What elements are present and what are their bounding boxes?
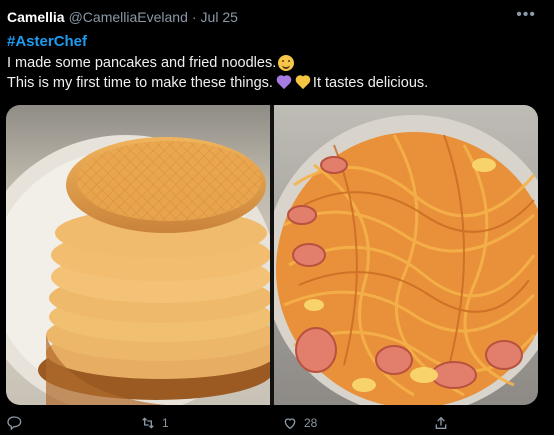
hashtag-link[interactable]: #AsterChef (7, 33, 87, 50)
purple-heart-icon (276, 76, 292, 90)
tweet-text: This is my first time to make these thin… (7, 75, 273, 91)
share-button[interactable] (433, 415, 455, 431)
noodles-image[interactable] (264, 105, 538, 405)
share-icon (435, 416, 447, 429)
display-name[interactable]: Camellia (7, 9, 65, 25)
user-handle[interactable]: @CamelliaEveland (69, 9, 188, 25)
separator: · (191, 9, 197, 25)
media-grid (6, 105, 538, 405)
tweet-text: It tastes delicious. (312, 75, 429, 91)
timestamp[interactable]: Jul 25 (201, 9, 238, 25)
heart-icon (284, 418, 296, 430)
tweet-text-line-2: This is my first time to make these thin… (7, 75, 428, 91)
reply-button[interactable] (6, 415, 28, 431)
smiling-face-icon (278, 55, 295, 71)
reply-icon (7, 416, 22, 431)
yellow-heart-icon (295, 76, 311, 90)
tweet-header: Camellia @CamelliaEveland · Jul 25 (7, 8, 238, 26)
pancakes-illustration (6, 135, 276, 405)
tweet-text-line-1: I made some pancakes and fried noodles. (7, 55, 295, 71)
tweet-text: I made some pancakes and fried noodles. (7, 55, 277, 71)
more-options-icon[interactable]: ••• (516, 6, 536, 24)
pancakes-image[interactable] (6, 105, 276, 405)
retweet-button[interactable]: 1 (140, 415, 169, 431)
retweet-icon (142, 417, 154, 429)
action-bar: 1 28 (0, 415, 554, 435)
like-count: 28 (304, 416, 318, 430)
retweet-count: 1 (162, 416, 169, 430)
noodles-illustration (264, 115, 538, 405)
tweet[interactable]: Camellia @CamelliaEveland · Jul 25 ••• #… (0, 0, 554, 435)
like-button[interactable]: 28 (282, 415, 317, 431)
